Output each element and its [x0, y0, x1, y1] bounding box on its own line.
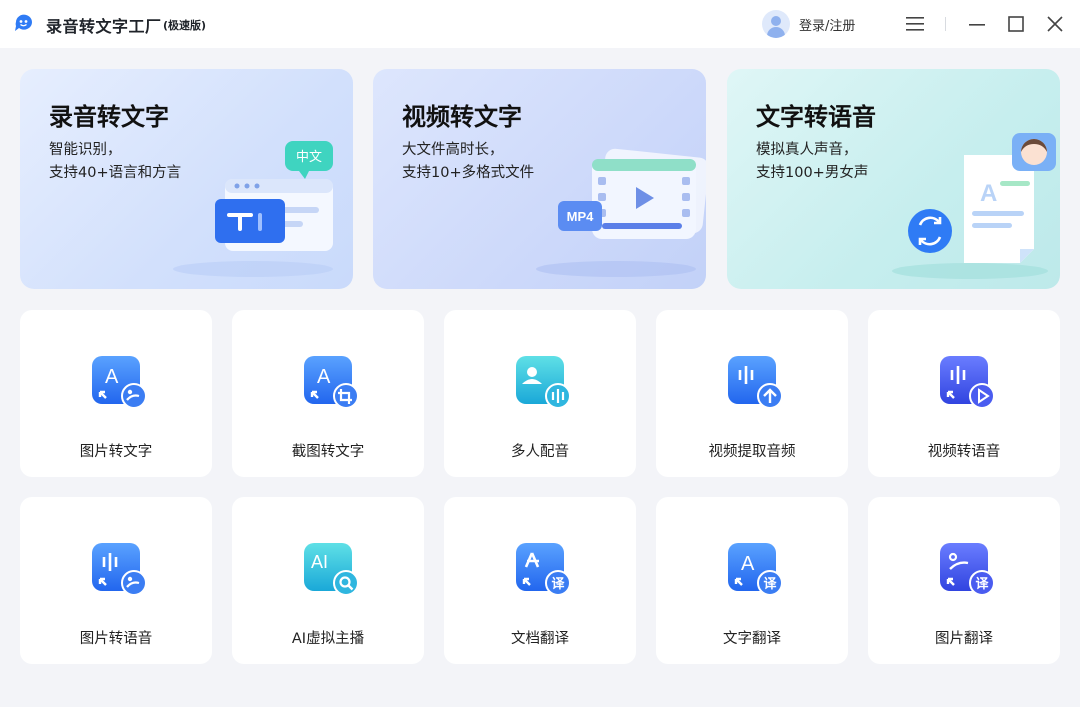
feature-card-text-to-speech[interactable]: 文字转语音 模拟真人声音， 支持100+男女声 A: [727, 69, 1060, 289]
video-to-speech-icon: [940, 356, 995, 409]
app-title: 录音转文字工厂: [46, 17, 162, 36]
app-logo-icon: [15, 14, 32, 31]
tool-image-translate[interactable]: 译 图片翻译: [868, 497, 1060, 664]
feature-card-audio-to-text[interactable]: 录音转文字 智能识别， 支持40+语言和方言 中文: [20, 69, 353, 289]
letter-a-glyph: A: [980, 180, 997, 207]
titlebar-divider: [945, 17, 946, 31]
feature-title: 文字转语音: [756, 103, 876, 131]
tool-label: 文档翻译: [511, 631, 569, 647]
video-to-text-illustration: MP4: [536, 148, 706, 277]
feature-card-video-to-text[interactable]: 视频转文字 大文件高时长， 支持10+多格式文件 MP4: [373, 69, 706, 289]
tool-label: 图片翻译: [935, 631, 993, 647]
mp4-badge-text: MP4: [567, 209, 595, 224]
tool-ai-virtual-anchor[interactable]: AI AI虚拟主播: [232, 497, 424, 664]
tool-label: 图片转语音: [79, 631, 153, 647]
tool-document-translate[interactable]: 译 文档翻译: [444, 497, 636, 664]
tool-label: 多人配音: [511, 444, 569, 460]
tool-label: 截图转文字: [291, 444, 365, 460]
menu-button[interactable]: [903, 12, 927, 36]
icon-letter: A: [105, 366, 119, 388]
tool-label: AI虚拟主播: [291, 631, 365, 647]
close-icon: [1047, 16, 1063, 32]
chinese-badge-text: 中文: [296, 149, 322, 164]
tool-extract-audio[interactable]: 视频提取音频: [656, 310, 848, 477]
login-register-label: 登录/注册: [799, 18, 856, 34]
maximize-button[interactable]: [1004, 12, 1028, 36]
tool-image-to-text[interactable]: A 图片转文字: [20, 310, 212, 477]
title-bar: 录音转文字工厂 (极速版) 登录/注册: [0, 0, 1080, 48]
user-avatar-icon: [762, 10, 790, 38]
feature-desc-line: 支持100+男女声: [756, 165, 869, 181]
text-translate-icon: A 译: [728, 543, 783, 596]
image-to-text-icon: A: [92, 356, 147, 409]
tool-screenshot-to-text[interactable]: A 截图转文字: [232, 310, 424, 477]
feature-title: 视频转文字: [402, 103, 522, 131]
feature-description: 模拟真人声音， 支持100+男女声: [756, 139, 868, 185]
tool-text-translate[interactable]: A 译 文字翻译: [656, 497, 848, 664]
icon-letters: AI: [311, 552, 328, 572]
tool-label: 文字翻译: [723, 631, 781, 647]
text-to-speech-illustration: A: [892, 133, 1056, 279]
minimize-icon: [969, 24, 985, 26]
hamburger-menu-icon: [906, 17, 924, 31]
icon-letter: A: [741, 553, 755, 575]
tool-label: 视频转语音: [927, 444, 1001, 460]
maximize-icon: [1008, 16, 1024, 32]
ai-anchor-icon: AI: [304, 543, 359, 596]
tool-label: 图片转文字: [79, 444, 153, 460]
app-edition-label: (极速版): [163, 19, 207, 32]
document-translate-icon: 译: [516, 543, 571, 596]
login-register-button[interactable]: 登录/注册: [762, 10, 855, 38]
tool-image-to-speech[interactable]: 图片转语音: [20, 497, 212, 664]
icon-letter: A: [317, 366, 331, 388]
translate-glyph: 译: [975, 577, 989, 592]
multi-voice-dubbing-icon: [516, 356, 571, 409]
tool-label: 视频提取音频: [708, 444, 796, 460]
tool-multi-voice-dubbing[interactable]: 多人配音: [444, 310, 636, 477]
close-button[interactable]: [1043, 12, 1067, 36]
translate-glyph: 译: [763, 577, 777, 592]
image-to-speech-icon: [92, 543, 147, 596]
feature-title: 录音转文字: [49, 103, 169, 131]
extract-audio-icon: [728, 356, 783, 409]
audio-to-text-illustration: 中文: [173, 141, 333, 277]
tool-video-to-speech[interactable]: 视频转语音: [868, 310, 1060, 477]
image-translate-icon: 译: [940, 543, 995, 596]
minimize-button[interactable]: [965, 12, 989, 36]
screenshot-to-text-icon: A: [304, 356, 359, 409]
translate-glyph: 译: [551, 577, 565, 592]
feature-desc-line: 模拟真人声音，: [756, 142, 858, 158]
